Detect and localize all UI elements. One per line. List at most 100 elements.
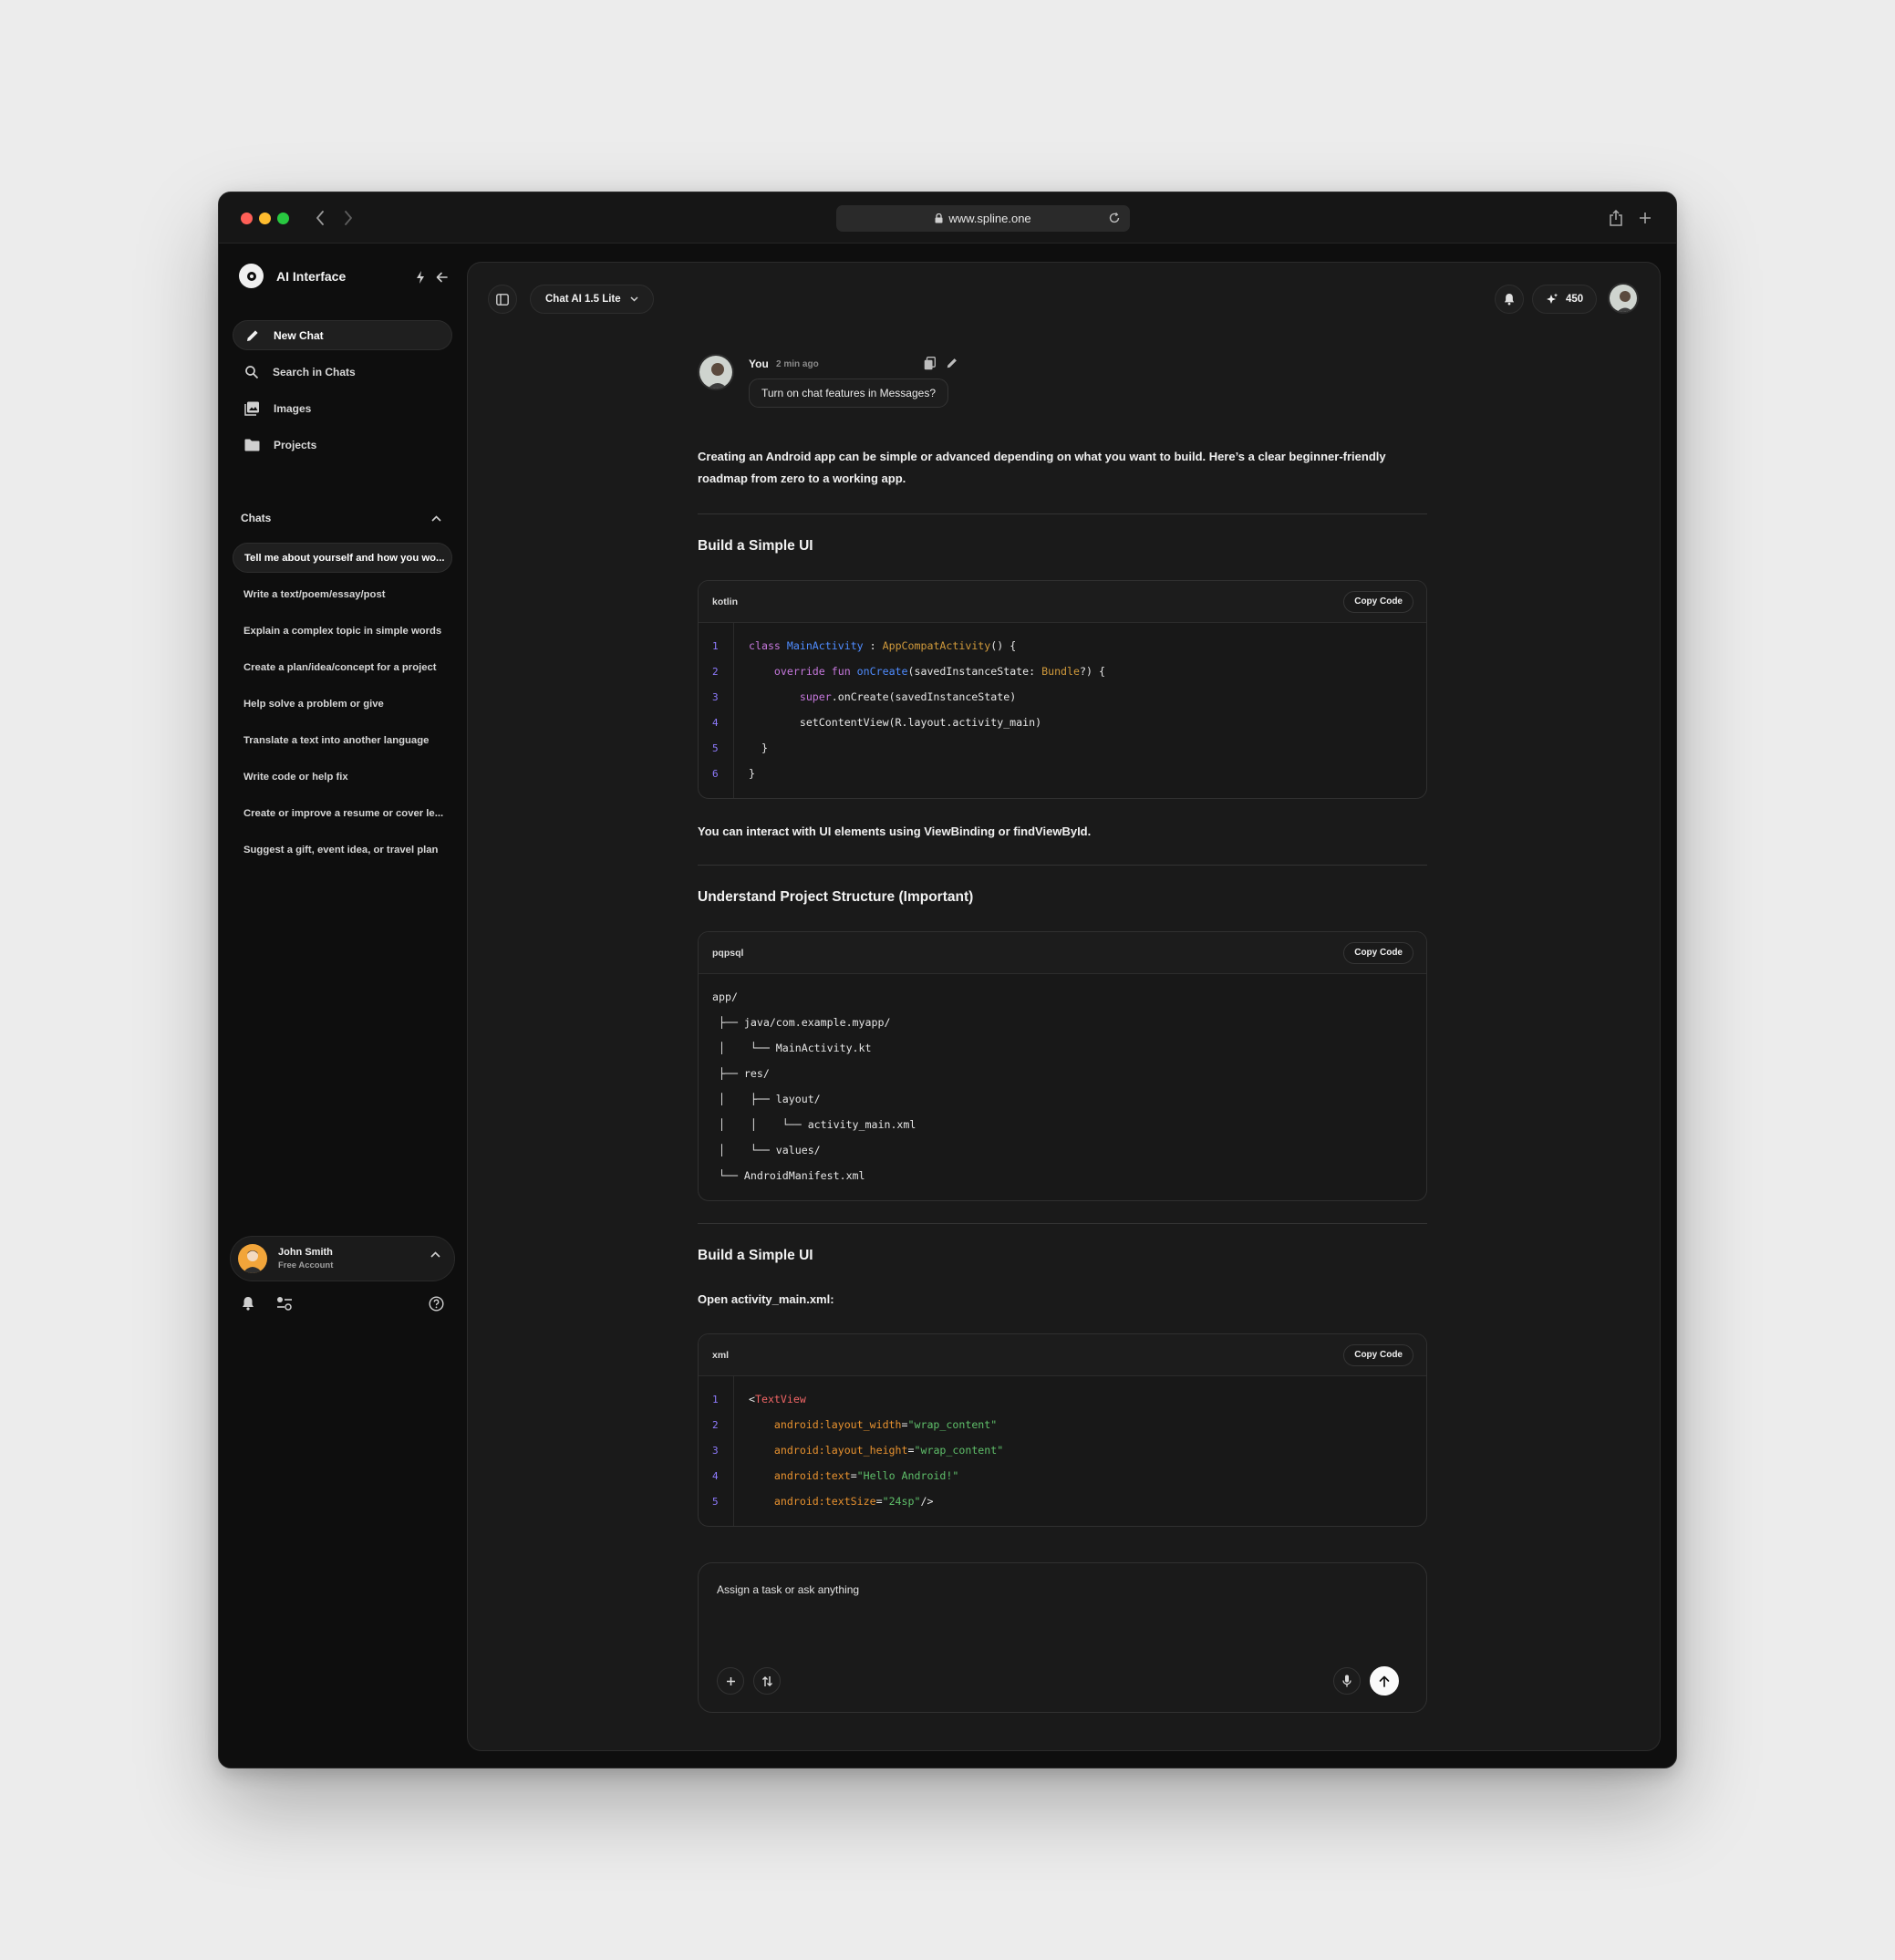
chat-history-item[interactable]: Suggest a gift, event idea, or travel pl… xyxy=(233,835,452,865)
line-number: 5 xyxy=(712,742,719,754)
notifications-bell-icon[interactable] xyxy=(239,1294,257,1312)
images-button[interactable]: Images xyxy=(233,393,452,423)
user-avatar[interactable] xyxy=(1608,283,1639,314)
projects-button[interactable]: Projects xyxy=(233,430,452,460)
tree-line: └── AndroidManifest.xml xyxy=(712,1169,865,1182)
menu-label: Projects xyxy=(274,438,317,451)
chat-history-item[interactable]: Tell me about yourself and how you wo... xyxy=(233,543,452,573)
edit-pencil-icon[interactable] xyxy=(946,357,958,369)
notifications-button[interactable] xyxy=(1495,285,1524,314)
chats-section-header[interactable]: Chats xyxy=(241,512,441,524)
pencil-icon xyxy=(247,329,258,341)
images-icon xyxy=(244,401,259,416)
code-line: android:layout_width="wrap_content" xyxy=(773,1418,998,1431)
tree-line: │ └── values/ xyxy=(712,1144,821,1156)
composer-input[interactable]: Assign a task or ask anything xyxy=(717,1583,859,1596)
back-arrow-icon[interactable] xyxy=(310,207,330,229)
account-name: John Smith xyxy=(278,1247,333,1258)
voice-input-button[interactable] xyxy=(1333,1667,1361,1695)
chats-title: Chats xyxy=(241,512,272,524)
copy-code-button[interactable]: Copy Code xyxy=(1343,941,1413,964)
settings-sliders-icon[interactable] xyxy=(275,1294,294,1312)
app-name: AI Interface xyxy=(276,268,347,284)
section-heading: Understand Project Structure (Important) xyxy=(698,889,974,905)
message-composer[interactable]: Assign a task or ask anything xyxy=(698,1562,1427,1713)
collapse-sidebar-arrow-icon[interactable] xyxy=(432,268,450,286)
line-number: 1 xyxy=(712,1394,719,1405)
code-line: <TextView xyxy=(749,1393,806,1405)
line-number: 4 xyxy=(712,1470,719,1482)
share-icon[interactable] xyxy=(1605,207,1627,229)
chat-history-item[interactable]: Help solve a problem or give xyxy=(233,689,452,719)
chat-history-item[interactable]: Explain a complex topic in simple words xyxy=(233,616,452,646)
divider xyxy=(698,513,1427,514)
app-logo-icon xyxy=(239,264,264,288)
address-bar[interactable]: www.spline.one xyxy=(836,205,1130,232)
lightning-icon[interactable] xyxy=(411,268,430,286)
chevron-up-icon[interactable] xyxy=(431,514,441,522)
search-icon xyxy=(245,365,259,379)
message-time: 2 min ago xyxy=(776,359,819,369)
chat-history-item[interactable]: Write code or help fix xyxy=(233,762,452,792)
minimize-window-button[interactable] xyxy=(259,213,271,224)
tree-line: │ │ └── activity_main.xml xyxy=(712,1118,916,1131)
chat-history-item[interactable]: Write a text/poem/essay/post xyxy=(233,579,452,609)
send-button[interactable] xyxy=(1370,1666,1399,1696)
copy-code-button[interactable]: Copy Code xyxy=(1343,590,1413,613)
browser-titlebar: www.spline.one xyxy=(219,192,1676,244)
section-heading: Build a Simple UI xyxy=(698,538,813,554)
code-block-header: pqpsql Copy Code xyxy=(699,932,1426,974)
chat-history-item[interactable]: Create or improve a resume or cover le..… xyxy=(233,798,452,828)
code-block-structure: pqpsql Copy Code app/ ├── java/com.examp… xyxy=(698,931,1427,1201)
attach-plus-button[interactable] xyxy=(717,1667,744,1695)
code-line: super.onCreate(savedInstanceState) xyxy=(799,690,1017,703)
line-number: 6 xyxy=(712,768,719,780)
code-content: app/ ├── java/com.example.myapp/ │ └── M… xyxy=(699,974,1426,1200)
code-language: pqpsql xyxy=(712,947,744,959)
user-message-bubble: Turn on chat features in Messages? xyxy=(749,379,948,408)
close-window-button[interactable] xyxy=(241,213,253,224)
new-chat-button[interactable]: New Chat xyxy=(233,320,452,350)
help-icon[interactable] xyxy=(427,1294,445,1312)
tools-button[interactable] xyxy=(753,1667,781,1695)
tree-line: ├── java/com.example.myapp/ xyxy=(712,1016,891,1029)
search-chats-button[interactable]: Search in Chats xyxy=(233,357,452,387)
account-switcher[interactable]: John Smith Free Account xyxy=(230,1236,455,1281)
browser-window: www.spline.one AI Interface New Chat Sea… xyxy=(218,192,1677,1768)
copy-code-button[interactable]: Copy Code xyxy=(1343,1343,1413,1366)
avatar xyxy=(238,1244,267,1273)
message-author: You xyxy=(749,358,769,370)
new-tab-icon[interactable] xyxy=(1634,207,1656,229)
chat-history-item[interactable]: Create a plan/idea/concept for a project xyxy=(233,652,452,682)
bell-icon xyxy=(1504,294,1515,306)
code-line: android:text="Hello Android!" xyxy=(773,1469,959,1482)
divider xyxy=(698,865,1427,866)
code-line: } xyxy=(749,767,755,780)
copy-icon[interactable] xyxy=(924,357,936,370)
code-line: android:textSize="24sp"/> xyxy=(773,1495,934,1508)
credits-badge[interactable]: 450 xyxy=(1532,285,1598,314)
line-number: 1 xyxy=(712,640,719,652)
menu-label: Images xyxy=(274,401,312,415)
line-number: 2 xyxy=(712,1419,719,1431)
assistant-intro: Creating an Android app can be simple or… xyxy=(698,450,1386,485)
tree-line: app/ xyxy=(712,990,738,1003)
toggle-sidebar-button[interactable] xyxy=(488,285,517,314)
code-line: class MainActivity : AppCompatActivity()… xyxy=(749,639,1017,652)
maximize-window-button[interactable] xyxy=(277,213,289,224)
sidebar: AI Interface New Chat Search in Chats Im… xyxy=(219,244,467,1768)
reload-icon[interactable] xyxy=(1108,212,1121,224)
line-number: 3 xyxy=(712,691,719,703)
microphone-icon xyxy=(1342,1675,1351,1687)
sidebar-panel-icon xyxy=(496,293,509,306)
code-block-header: kotlin Copy Code xyxy=(699,581,1426,623)
model-name: Chat AI 1.5 Lite xyxy=(545,294,621,305)
code-line: android:layout_height="wrap_content" xyxy=(773,1444,1004,1457)
tree-line: ├── res/ xyxy=(712,1067,770,1080)
code-content: 1 2 3 4 5 6 class MainActivity : AppComp… xyxy=(699,623,1426,798)
menu-label: New Chat xyxy=(274,328,324,342)
chat-history-item[interactable]: Translate a text into another language xyxy=(233,725,452,755)
model-selector[interactable]: Chat AI 1.5 Lite xyxy=(530,285,654,314)
forward-arrow-icon[interactable] xyxy=(338,207,358,229)
chevron-up-icon xyxy=(430,1251,440,1258)
